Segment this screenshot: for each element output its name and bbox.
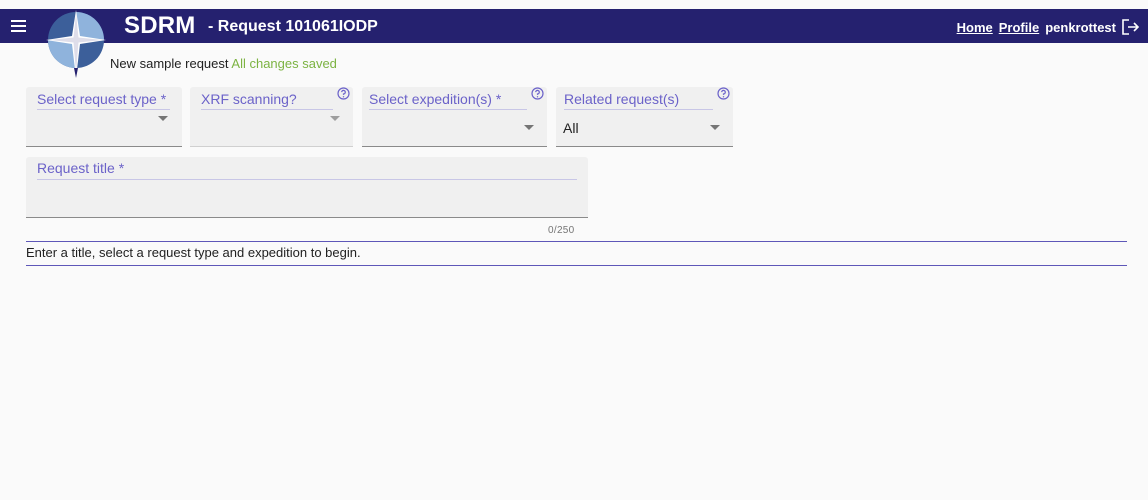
chevron-down-icon [330,116,340,121]
request-status: New sample request All changes saved [110,56,337,72]
field-divider [201,109,333,110]
instruction-text: Enter a title, select a request type and… [26,245,361,260]
help-icon[interactable] [717,87,730,100]
request-title-input[interactable]: Request title * [26,157,588,218]
instruction-banner: Enter a title, select a request type and… [26,241,1127,266]
xrf-scanning-select[interactable]: XRF scanning? [190,87,353,147]
top-app-bar: SDRM - Request 101061IODP Home Profile p… [0,9,1148,43]
expedition-label: Select expedition(s) * [369,91,502,107]
help-icon[interactable] [337,87,350,100]
chevron-down-icon [710,125,720,130]
request-type-select[interactable]: Select request type * [26,87,182,147]
field-divider [564,109,713,110]
menu-icon[interactable] [10,17,28,35]
request-title: - Request 101061IODP [208,18,378,35]
field-divider [37,179,577,180]
expedition-select[interactable]: Select expedition(s) * [362,87,547,147]
profile-link[interactable]: Profile [999,20,1039,35]
username: penkrottest [1045,19,1116,35]
app-name: SDRM [124,12,196,39]
request-status-label: New sample request [110,56,229,71]
compass-logo[interactable] [46,10,106,80]
chevron-down-icon [158,116,168,121]
chevron-down-icon [524,125,534,130]
field-divider [37,109,170,110]
save-status: All changes saved [231,56,337,71]
help-icon[interactable] [531,87,544,100]
field-divider [369,109,527,110]
xrf-scanning-label: XRF scanning? [201,91,297,107]
request-type-label: Select request type * [37,91,167,107]
nav-links: Home Profile penkrottest [957,19,1140,35]
request-title-label: Request title * [37,160,125,176]
home-link[interactable]: Home [957,20,993,35]
logout-icon[interactable] [1122,19,1140,35]
character-counter: 0/250 [548,225,575,236]
related-requests-label: Related request(s) [564,91,680,107]
related-requests-value: All [563,120,579,136]
related-requests-select[interactable]: Related request(s) All [556,87,733,147]
